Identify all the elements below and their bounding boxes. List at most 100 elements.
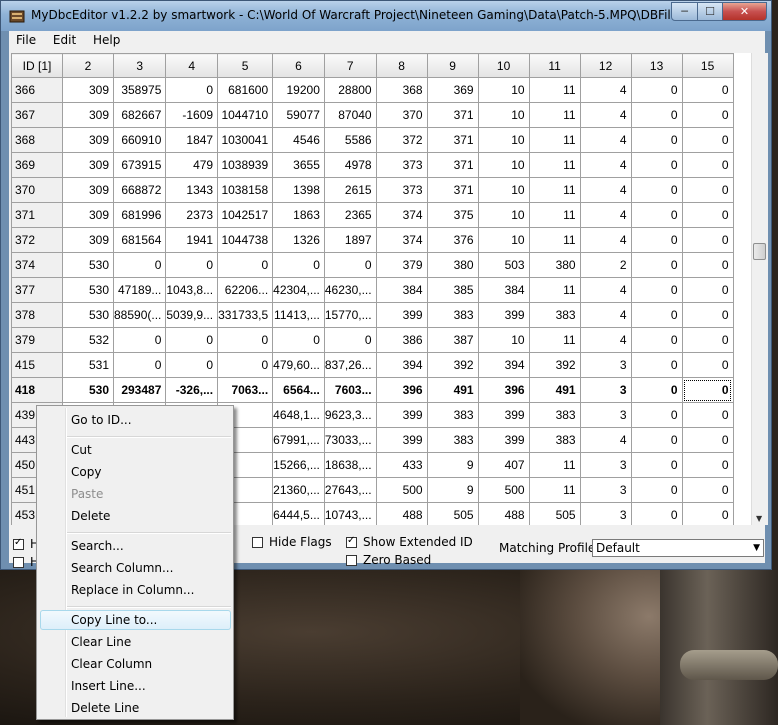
table-cell[interactable]: 9623,3... [323,402,377,428]
table-cell[interactable]: 62206... [217,277,274,303]
menu-file[interactable]: File [16,31,36,47]
table-cell[interactable]: 47189... [112,277,167,303]
table-cell[interactable]: 376 [426,227,479,253]
table-cell[interactable]: 383 [426,302,479,328]
row-id-cell[interactable]: 379 [11,327,63,353]
table-cell[interactable]: 15266,... [272,452,325,478]
table-cell[interactable]: 11 [528,327,581,353]
table-cell[interactable]: 1343 [165,177,219,203]
table-cell[interactable]: 59077 [272,102,325,128]
table-cell[interactable]: 392 [528,352,581,378]
table-cell[interactable]: 293487 [112,377,167,403]
column-header[interactable]: 9 [426,53,479,78]
table-row[interactable]: 366 309 358975 0 681600 19200 28800 368 369 10 11 4… [11,77,734,103]
menu-search[interactable]: Search... [71,539,124,553]
table-cell[interactable]: 380 [528,252,581,278]
table-cell[interactable]: 0 [217,352,274,378]
table-cell[interactable]: 309 [62,227,114,253]
table-cell[interactable]: 11 [528,152,581,178]
table-cell[interactable]: 383 [528,302,581,328]
table-cell[interactable]: 384 [477,277,530,303]
table-cell[interactable]: 0 [630,377,683,403]
table-cell[interactable]: 331733,5 [217,302,274,328]
table-cell[interactable]: 0 [681,102,734,128]
matching-profiles-select[interactable]: Default ▼ [592,539,764,557]
row-id-cell[interactable]: 366 [11,77,63,103]
menu-search-column[interactable]: Search Column... [71,561,173,575]
table-cell[interactable]: 384 [375,277,428,303]
table-cell[interactable]: 309 [62,152,114,178]
table-cell[interactable]: 18638,... [323,452,377,478]
table-cell[interactable]: 2365 [323,202,377,228]
table-cell[interactable]: 530 [62,377,114,403]
table-cell[interactable]: 3 [579,377,632,403]
table-cell[interactable]: 380 [426,252,479,278]
table-cell[interactable]: 4 [579,202,632,228]
table-cell[interactable]: 0 [681,377,734,403]
menu-help[interactable]: Help [93,31,120,47]
menu-copy[interactable]: Copy [71,465,101,479]
table-cell[interactable]: 1044738 [217,227,274,253]
row-id-cell[interactable]: 372 [11,227,63,253]
table-cell[interactable]: 368 [375,77,428,103]
table-cell[interactable]: 681996 [112,202,167,228]
table-cell[interactable]: 46230,... [323,277,377,303]
table-cell[interactable]: 11 [528,77,581,103]
table-cell[interactable]: 371 [426,177,479,203]
table-cell[interactable]: 10 [477,102,530,128]
table-cell[interactable]: 0 [681,477,734,503]
table-cell[interactable]: 0 [681,427,734,453]
table-cell[interactable]: 28800 [323,77,377,103]
table-cell[interactable]: 1863 [272,202,325,228]
table-cell[interactable]: 42304,... [272,277,325,303]
row-id-cell[interactable]: 369 [11,152,63,178]
column-header[interactable]: 12 [579,53,632,78]
row-id-cell[interactable]: 374 [11,252,63,278]
column-header[interactable]: 8 [375,53,428,78]
table-cell[interactable]: 0 [630,452,683,478]
table-cell[interactable]: 10 [477,177,530,203]
table-cell[interactable]: 531 [62,352,114,378]
table-cell[interactable]: 681600 [217,77,274,103]
column-header[interactable]: 13 [630,53,683,78]
table-cell[interactable]: 5586 [323,127,377,153]
table-cell[interactable]: 6564... [272,377,325,403]
table-cell[interactable]: 394 [477,352,530,378]
table-cell[interactable]: 399 [375,302,428,328]
app-icon[interactable] [9,8,25,24]
table-row[interactable]: 379 532 0 0 0 0 0 386 387 10 11 4 0 0 [11,327,734,353]
table-cell[interactable]: 4648,1... [272,402,325,428]
table-cell[interactable]: 0 [630,502,683,525]
table-cell[interactable]: 0 [630,227,683,253]
row-id-cell[interactable]: 367 [11,102,63,128]
table-cell[interactable]: 407 [477,452,530,478]
table-cell[interactable]: 1326 [272,227,325,253]
table-cell[interactable]: 11 [528,477,581,503]
table-cell[interactable]: 10 [477,227,530,253]
row-id-cell[interactable]: 368 [11,127,63,153]
table-cell[interactable]: 358975 [112,77,167,103]
table-cell[interactable]: -1609 [165,102,219,128]
zero-based-checkbox[interactable]: Zero Based [346,553,431,567]
table-cell[interactable]: 88590(... [112,302,167,328]
table-cell[interactable]: 0 [681,152,734,178]
menu-replace-in-column[interactable]: Replace in Column... [71,583,194,597]
checkbox-icon[interactable] [252,536,263,548]
table-cell[interactable]: 67991,... [272,427,325,453]
table-cell[interactable]: 19200 [272,77,325,103]
table-cell[interactable]: 371 [426,152,479,178]
table-cell[interactable]: 681564 [112,227,167,253]
table-cell[interactable]: 0 [630,202,683,228]
table-cell[interactable]: 383 [426,402,479,428]
table-cell[interactable]: 673915 [112,152,167,178]
table-cell[interactable]: 660910 [112,127,167,153]
table-cell[interactable]: 11 [528,227,581,253]
table-cell[interactable]: 4 [579,277,632,303]
table-cell[interactable]: 1847 [165,127,219,153]
table-cell[interactable]: 10743,... [323,502,377,525]
menu-clear-line[interactable]: Clear Line [71,635,131,649]
table-cell[interactable]: 371 [426,102,479,128]
column-header[interactable]: 10 [477,53,530,78]
table-cell[interactable]: 375 [426,202,479,228]
table-cell[interactable]: 1897 [323,227,377,253]
